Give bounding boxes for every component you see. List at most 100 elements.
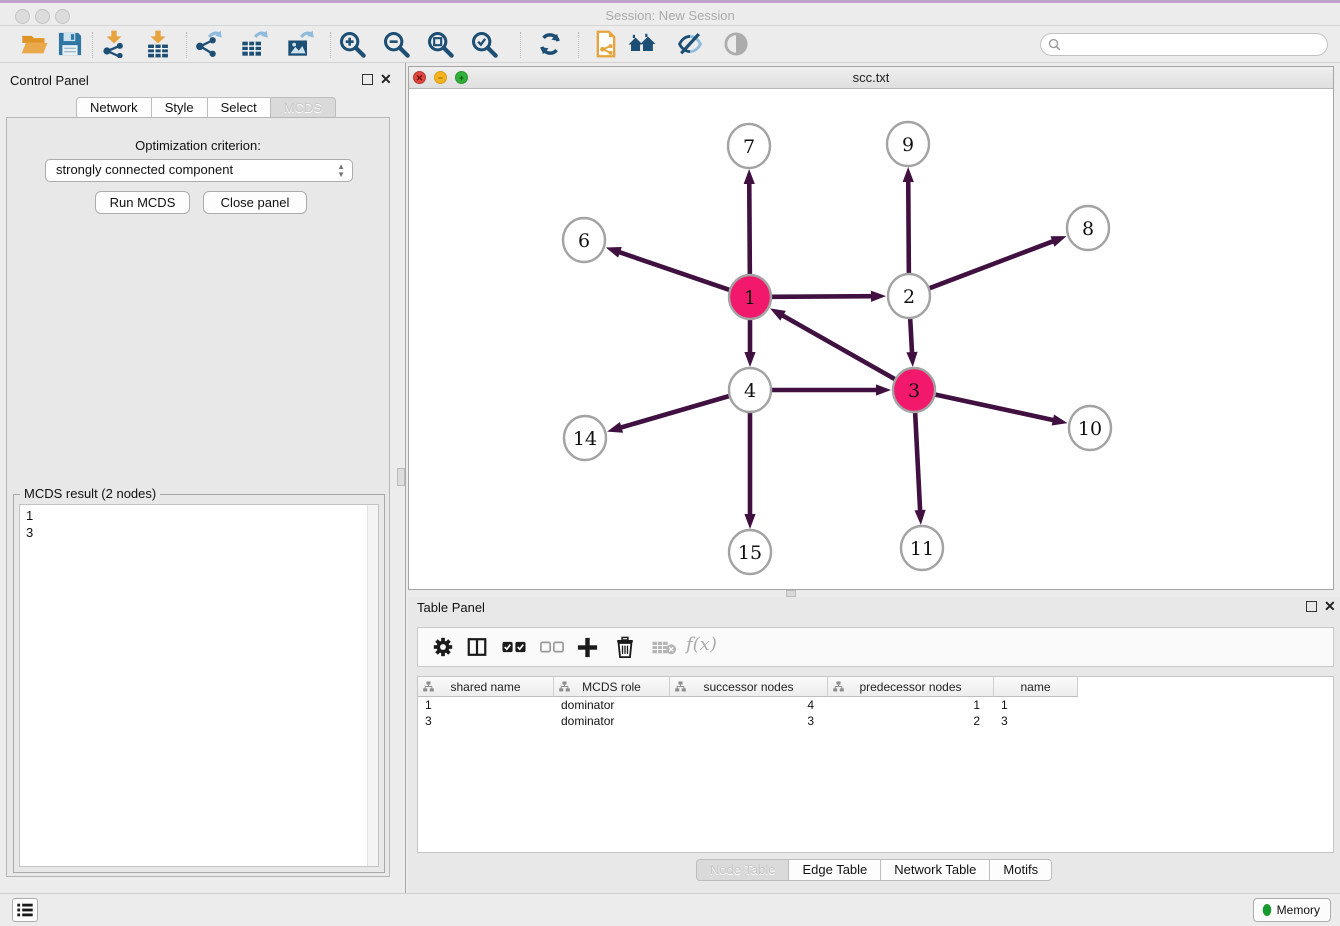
toggle-view-icon[interactable] <box>722 30 750 58</box>
vertical-split-divider[interactable] <box>396 63 408 893</box>
mcds-result-scrollbar[interactable] <box>367 505 378 866</box>
mcds-result-line: 1 <box>26 507 378 524</box>
tab-network-table[interactable]: Network Table <box>880 859 990 881</box>
export-image-icon[interactable] <box>286 30 314 58</box>
toolbar-separator <box>186 32 187 58</box>
refresh-icon[interactable] <box>536 30 564 58</box>
column-namespace-icon <box>833 681 844 692</box>
create-column-plus-icon[interactable] <box>576 636 599 659</box>
clone-network-icon[interactable] <box>592 30 620 58</box>
column-header-name[interactable]: name <box>994 677 1078 697</box>
mcds-panel: Optimization criterion: strongly connect… <box>6 117 390 877</box>
cell-name[interactable]: 1 <box>994 697 1078 713</box>
cell-mcds-role[interactable]: dominator <box>554 697 670 713</box>
close-panel-button[interactable]: Close panel <box>203 191 307 214</box>
run-mcds-button[interactable]: Run MCDS <box>95 191 190 214</box>
list-icon <box>17 903 33 917</box>
delete-table-icon <box>652 640 677 655</box>
tab-node-table[interactable]: Node Table <box>696 859 790 881</box>
graph-edge-4-14[interactable] <box>618 396 729 428</box>
graph-edge-arrowhead <box>914 510 925 525</box>
hide-selected-icon[interactable] <box>676 30 704 58</box>
cell-shared-name[interactable]: 3 <box>418 713 554 729</box>
tab-network[interactable]: Network <box>76 97 152 119</box>
graph-edge-3-1[interactable] <box>780 314 895 379</box>
horizontal-split-grip[interactable] <box>786 590 796 597</box>
table-tabbar: Node Table Edge Table Network Table Moti… <box>408 859 1340 881</box>
search-input[interactable] <box>1040 33 1328 56</box>
export-network-icon[interactable] <box>194 30 222 58</box>
column-header-shared-name[interactable]: shared name <box>418 677 554 697</box>
zoom-fit-icon[interactable] <box>426 30 454 58</box>
graph-edge-1-7[interactable] <box>749 180 750 275</box>
table-row[interactable]: 3 dominator 3 2 3 <box>418 713 1078 729</box>
table-panel-title: Table Panel <box>417 600 485 615</box>
zoom-in-icon[interactable] <box>338 30 366 58</box>
deselect-all-columns-icon[interactable] <box>540 641 564 653</box>
table-settings-gear-icon[interactable] <box>432 636 454 658</box>
network-canvas[interactable]: 1234678910111415 <box>409 89 1333 590</box>
graph-edge-arrowhead <box>871 291 886 302</box>
tab-style[interactable]: Style <box>151 97 208 119</box>
delete-column-trash-icon[interactable] <box>614 636 636 659</box>
graph-edge-2-9[interactable] <box>908 178 909 274</box>
control-panel-close-icon[interactable]: ✕ <box>380 72 392 86</box>
table-panel: Table Panel ✕ <box>408 597 1340 893</box>
cell-shared-name[interactable]: 1 <box>418 697 554 713</box>
tab-edge-table[interactable]: Edge Table <box>788 859 881 881</box>
column-header-mcds-role[interactable]: MCDS role <box>554 677 670 697</box>
memory-status-icon <box>1262 903 1272 917</box>
status-bar: Memory <box>0 893 1340 926</box>
import-network-icon[interactable] <box>100 30 128 58</box>
cell-successor-nodes[interactable]: 4 <box>670 697 828 713</box>
toolbar-separator <box>92 32 93 58</box>
memory-button[interactable]: Memory <box>1253 898 1331 922</box>
graph-edge-3-10[interactable] <box>936 395 1057 421</box>
import-table-icon[interactable] <box>144 30 172 58</box>
network-window-titlebar[interactable]: ✕ − + scc.txt <box>409 67 1333 89</box>
graph-edge-2-8[interactable] <box>930 240 1057 288</box>
column-namespace-icon <box>423 681 434 692</box>
column-header-successor-nodes[interactable]: successor nodes <box>670 677 828 697</box>
zoom-out-icon[interactable] <box>382 30 410 58</box>
mcds-result-textarea[interactable]: 1 3 <box>19 504 379 867</box>
mcds-result-fieldset: MCDS result (2 nodes) 1 3 <box>13 494 385 873</box>
app-titlebar: Session: New Session <box>0 0 1340 26</box>
show-column-panel-icon[interactable] <box>466 636 488 658</box>
tab-motifs[interactable]: Motifs <box>989 859 1052 881</box>
control-panel-float-icon[interactable] <box>362 74 373 85</box>
graph-edge-1-2[interactable] <box>772 296 875 297</box>
table-panel-float-icon[interactable] <box>1306 601 1317 612</box>
search-icon <box>1048 38 1061 51</box>
graph-edge-2-3[interactable] <box>910 318 912 356</box>
graph-edge-1-6[interactable] <box>616 251 729 290</box>
table-panel-close-icon[interactable]: ✕ <box>1324 599 1336 613</box>
tab-select[interactable]: Select <box>207 97 271 119</box>
cell-successor-nodes[interactable]: 3 <box>670 713 828 729</box>
cell-mcds-role[interactable]: dominator <box>554 713 670 729</box>
graph-edge-arrowhead <box>1052 415 1068 426</box>
show-all-networks-icon[interactable] <box>628 30 656 58</box>
optimization-criterion-select[interactable]: strongly connected component ▲▼ <box>45 159 353 182</box>
cell-predecessor-nodes[interactable]: 1 <box>828 697 994 713</box>
export-table-icon[interactable] <box>240 30 268 58</box>
mcds-result-line: 3 <box>26 524 378 541</box>
tab-mcds[interactable]: MCDS <box>270 97 336 119</box>
column-namespace-icon <box>675 681 686 692</box>
cell-name[interactable]: 3 <box>994 713 1078 729</box>
column-header-predecessor-nodes[interactable]: predecessor nodes <box>828 677 994 697</box>
zoom-selected-icon[interactable] <box>470 30 498 58</box>
graph-node-label: 1 <box>744 287 756 309</box>
graph-edge-arrowhead <box>744 169 755 184</box>
task-history-button[interactable] <box>12 898 38 922</box>
cell-predecessor-nodes[interactable]: 2 <box>828 713 994 729</box>
graph-node-label: 3 <box>908 380 920 402</box>
split-grip-icon[interactable] <box>397 468 405 486</box>
select-all-columns-icon[interactable] <box>502 641 526 653</box>
open-session-icon[interactable] <box>20 30 48 58</box>
save-session-icon[interactable] <box>56 30 84 58</box>
table-row[interactable]: 1 dominator 4 1 1 <box>418 697 1078 713</box>
app-title: Session: New Session <box>0 8 1340 23</box>
graph-edge-arrowhead <box>1050 236 1066 247</box>
graph-edge-3-11[interactable] <box>915 412 920 514</box>
